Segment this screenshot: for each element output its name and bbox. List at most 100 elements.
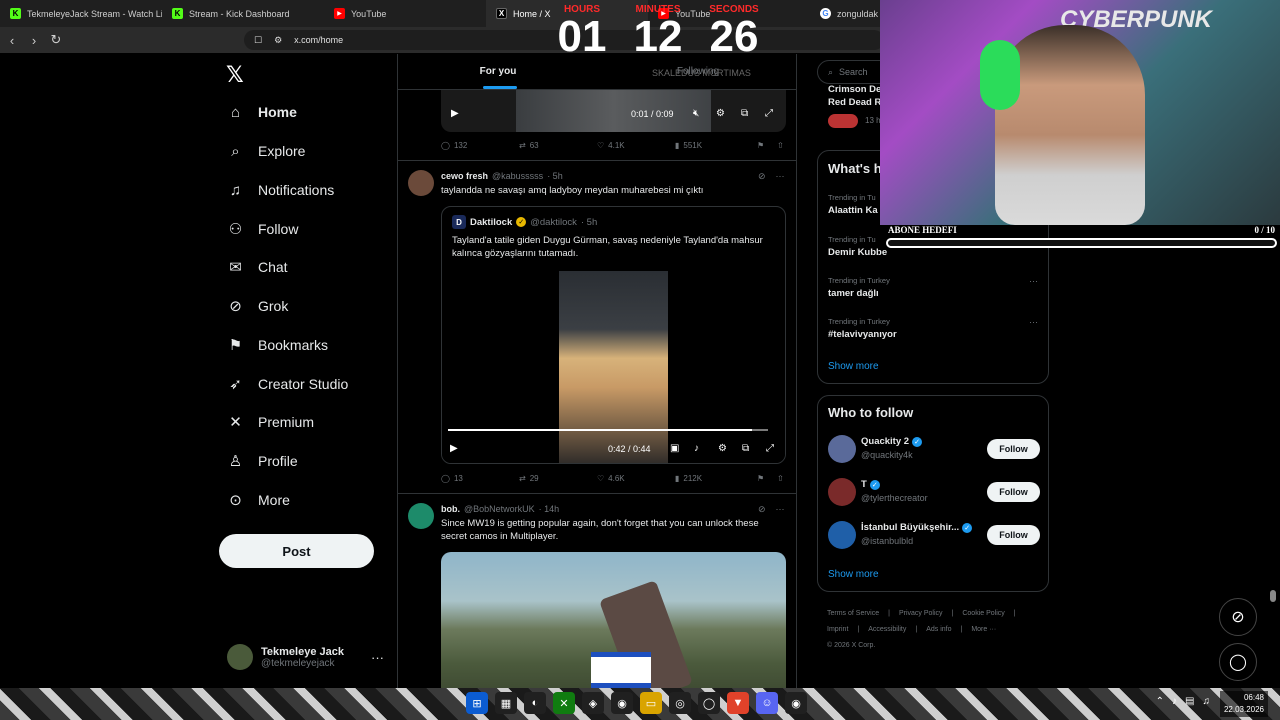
nav-grok[interactable]: ⊘ Grok xyxy=(227,293,288,319)
site-info-icon[interactable]: ⚙ xyxy=(274,35,282,46)
reload-icon[interactable]: ↻ xyxy=(46,32,66,48)
more-icon[interactable]: ··· xyxy=(776,171,785,182)
follow-suggestion[interactable]: Quackity 2 ✓ @quackity4k Follow xyxy=(828,433,1040,467)
browser-icon[interactable]: ◐ xyxy=(524,692,546,714)
nav-explore[interactable]: ⌕ Explore xyxy=(227,138,305,164)
brave-icon[interactable]: ▼ xyxy=(727,692,749,714)
pip-icon[interactable]: ⧉ xyxy=(742,443,749,454)
forward-icon[interactable]: › xyxy=(24,33,44,48)
more-icon[interactable]: ··· xyxy=(776,504,785,515)
settings-icon[interactable]: ⚙ xyxy=(716,108,725,119)
repost-button[interactable]: ⇄ 63 xyxy=(519,141,597,150)
windows-start-icon[interactable]: ⊞ xyxy=(466,692,488,714)
account-switcher[interactable]: Tekmeleye Jack @tekmeleyejack xyxy=(227,644,344,670)
trend-item[interactable]: Trending in Turkey #telavivyanıyor ··· xyxy=(828,317,1038,340)
volume-icon[interactable]: ♫ xyxy=(1203,696,1211,707)
video-time: 0:42 / 0:44 xyxy=(608,444,651,454)
chat-bubble-icon[interactable]: ◯ xyxy=(1219,643,1257,681)
reply-button[interactable]: ◯ 13 xyxy=(441,474,519,483)
views-button[interactable]: ▮ 212K xyxy=(675,474,757,483)
avatar[interactable] xyxy=(408,503,434,529)
post-button[interactable]: Post xyxy=(219,534,374,568)
like-button[interactable]: ♡ 4.1K xyxy=(597,141,675,150)
nav-creator-studio[interactable]: ➶ Creator Studio xyxy=(227,371,348,397)
network-icon[interactable]: ▤ xyxy=(1185,696,1194,707)
captions-icon[interactable]: ▣ xyxy=(670,443,679,454)
quoted-tweet[interactable]: D Daktilock ✓ @daktilock · 5h Tayland'a … xyxy=(441,206,786,464)
tab-youtube[interactable]: ▶ YouTube xyxy=(324,0,486,27)
nav-follow[interactable]: ⚇ Follow xyxy=(227,216,299,242)
views-button[interactable]: ▮ 551K xyxy=(675,141,757,150)
more-icon[interactable]: ··· xyxy=(1029,276,1038,286)
tab-kick-dashboard[interactable]: K Stream - Kick Dashboard xyxy=(162,0,324,27)
account-more-icon[interactable]: ··· xyxy=(371,650,384,665)
discord-icon[interactable]: ☺ xyxy=(756,692,778,714)
mute-icon[interactable]: 🔇︎ xyxy=(693,108,699,119)
follow-suggestion[interactable]: T ✓ @tylerthecreator Follow xyxy=(828,476,1040,510)
chevron-up-icon[interactable]: ⌃ xyxy=(1156,696,1164,707)
grok-icon: ⊘ xyxy=(229,298,242,315)
share-icon[interactable]: ⇧ xyxy=(777,141,784,150)
x-logo-icon[interactable]: 𝕏 xyxy=(226,62,244,88)
grok-icon[interactable]: ⊘ xyxy=(758,171,766,182)
pip-icon[interactable]: ⧉ xyxy=(741,108,748,119)
nav-bookmarks[interactable]: ⚑ Bookmarks xyxy=(227,332,328,358)
share-icon[interactable]: ⇧ xyxy=(777,474,784,483)
scrollbar-thumb[interactable] xyxy=(1270,590,1276,602)
nav-notifications[interactable]: ♫ Notifications xyxy=(227,177,334,203)
video-player[interactable]: ▶ 0:01 / 0:09 🔇︎ ⚙ ⧉ ⤢ xyxy=(441,90,786,132)
repost-button[interactable]: ⇄ 29 xyxy=(519,474,597,483)
nav-home[interactable]: ⌂ Home xyxy=(227,99,297,125)
xbox-icon[interactable]: ✕ xyxy=(553,692,575,714)
play-icon[interactable]: ▶ xyxy=(450,443,458,454)
avatar[interactable] xyxy=(408,170,434,196)
settings-icon[interactable]: ⚙ xyxy=(718,443,727,454)
avatar xyxy=(828,478,856,506)
grok-icon[interactable]: ⊘ xyxy=(758,504,766,515)
steam-icon[interactable]: ◉ xyxy=(611,692,633,714)
reply-button[interactable]: ◯ 132 xyxy=(441,141,519,150)
bookmark-star-icon[interactable]: ☐ xyxy=(254,35,262,46)
more-icon[interactable]: ··· xyxy=(1029,317,1038,327)
like-button[interactable]: ♡ 4.6K xyxy=(597,474,675,483)
grok-float-icon[interactable]: ⊘ xyxy=(1219,598,1257,636)
nav-chat[interactable]: ✉ Chat xyxy=(227,254,287,280)
avatar xyxy=(227,644,253,670)
obs-icon[interactable]: ◎ xyxy=(669,692,691,714)
fullscreen-icon[interactable]: ⤢ xyxy=(765,108,773,119)
follow-suggestion[interactable]: İstanbul Büyükşehir... ✓ @istanbulbld Fol… xyxy=(828,519,1040,553)
rocket-icon: ➶ xyxy=(229,376,242,393)
steam-icon[interactable]: ◉ xyxy=(785,692,807,714)
add-user-icon: ⚇ xyxy=(228,221,243,238)
divider xyxy=(398,493,796,494)
bookmark-icon[interactable]: ⚑ xyxy=(757,141,777,150)
nav-more[interactable]: ⊙ More xyxy=(227,487,290,513)
tweet-media[interactable] xyxy=(441,552,786,688)
bookmark-icon[interactable]: ⚑ xyxy=(757,474,777,483)
countdown-seconds: SECONDS 26 xyxy=(709,4,759,61)
show-more-link[interactable]: Show more xyxy=(828,361,879,372)
webcam-overlay: CYBERPUNK xyxy=(880,0,1280,225)
follow-button[interactable]: Follow xyxy=(987,482,1040,502)
back-icon[interactable]: ‹ xyxy=(2,33,22,48)
clock[interactable]: 06:48 22.03.2026 xyxy=(1219,691,1268,717)
tab-kick-stream[interactable]: KTekmeleyeJack Stream - Watch Live o xyxy=(0,0,162,27)
nav-premium[interactable]: ✕ Premium xyxy=(227,409,314,435)
store-icon[interactable]: ▦ xyxy=(495,692,517,714)
folder-icon[interactable]: ▭ xyxy=(640,692,662,714)
speaker-icon[interactable]: ♪ xyxy=(1172,696,1177,707)
video-player[interactable]: ▶ 0:42 / 0:44 ▣ ♪ ⚙ ⧉ ⤢ xyxy=(442,271,785,463)
nav-profile[interactable]: ♙ Profile xyxy=(227,448,298,474)
who-to-follow-title: Who to follow xyxy=(828,405,914,420)
video-progress-bar[interactable] xyxy=(448,429,768,431)
volume-icon[interactable]: ♪ xyxy=(694,443,699,454)
follow-button[interactable]: Follow xyxy=(987,439,1040,459)
show-more-link[interactable]: Show more xyxy=(828,569,879,580)
follow-button[interactable]: Follow xyxy=(987,525,1040,545)
fullscreen-icon[interactable]: ⤢ xyxy=(766,443,774,454)
trend-item[interactable]: Trending in Turkey tamer dağlı ··· xyxy=(828,276,1038,299)
avatar xyxy=(828,521,856,549)
app-icon[interactable]: ◯ xyxy=(698,692,720,714)
play-icon[interactable]: ▶ xyxy=(451,108,459,119)
app-icon[interactable]: ◈ xyxy=(582,692,604,714)
